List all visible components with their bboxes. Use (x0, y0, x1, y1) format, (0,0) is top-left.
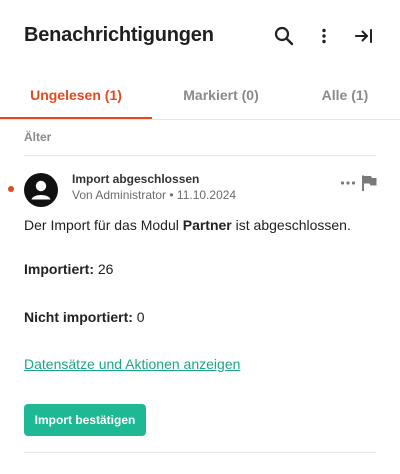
notification-title: Import abgeschlossen (72, 172, 200, 186)
notification-meta: Von Administrator • 11.10.2024 (72, 188, 237, 202)
avatar (24, 173, 58, 207)
not-imported-value: 0 (136, 309, 145, 325)
message-module: Partner (182, 217, 232, 233)
active-tab-indicator (0, 117, 152, 119)
tab-unread[interactable]: Ungelesen (1) (0, 72, 152, 119)
more-horizontal-icon[interactable] (340, 176, 356, 190)
message-suffix: ist abgeschlossen. (231, 217, 351, 233)
imported-count: Importiert: 26 (24, 261, 113, 277)
imported-label: Importiert: (24, 261, 94, 277)
not-imported-count: Nicht importiert: 0 (24, 309, 145, 325)
notification-message: Der Import für das Modul Partner ist abg… (24, 217, 351, 233)
unread-indicator (8, 186, 14, 192)
view-records-link[interactable]: Datensätze und Aktionen anzeigen (24, 356, 240, 372)
notifications-header: Benachrichtigungen (0, 0, 400, 72)
tab-all[interactable]: Alle (1) (290, 72, 400, 118)
notification-divider (24, 452, 376, 453)
flag-icon[interactable] (360, 174, 378, 192)
tab-flagged[interactable]: Markiert (0) (152, 72, 290, 118)
confirm-import-button[interactable]: Import bestätigen (24, 404, 146, 436)
user-avatar-icon (24, 173, 58, 207)
notification-tabs: Ungelesen (1) Markiert (0) Alle (1) (0, 72, 400, 120)
section-label-older: Älter (24, 130, 52, 144)
section-divider (24, 155, 376, 156)
tab-flagged-label: Markiert (0) (183, 87, 259, 103)
not-imported-label: Nicht importiert: (24, 309, 133, 325)
search-icon[interactable] (272, 24, 296, 48)
imported-value: 26 (97, 261, 114, 277)
message-prefix: Der Import für das Modul (24, 217, 183, 233)
collapse-panel-icon[interactable] (352, 24, 376, 48)
tab-unread-label: Ungelesen (1) (30, 87, 122, 103)
page-title: Benachrichtigungen (24, 24, 214, 46)
more-vertical-icon[interactable] (312, 24, 336, 48)
tab-all-label: Alle (1) (321, 87, 369, 103)
